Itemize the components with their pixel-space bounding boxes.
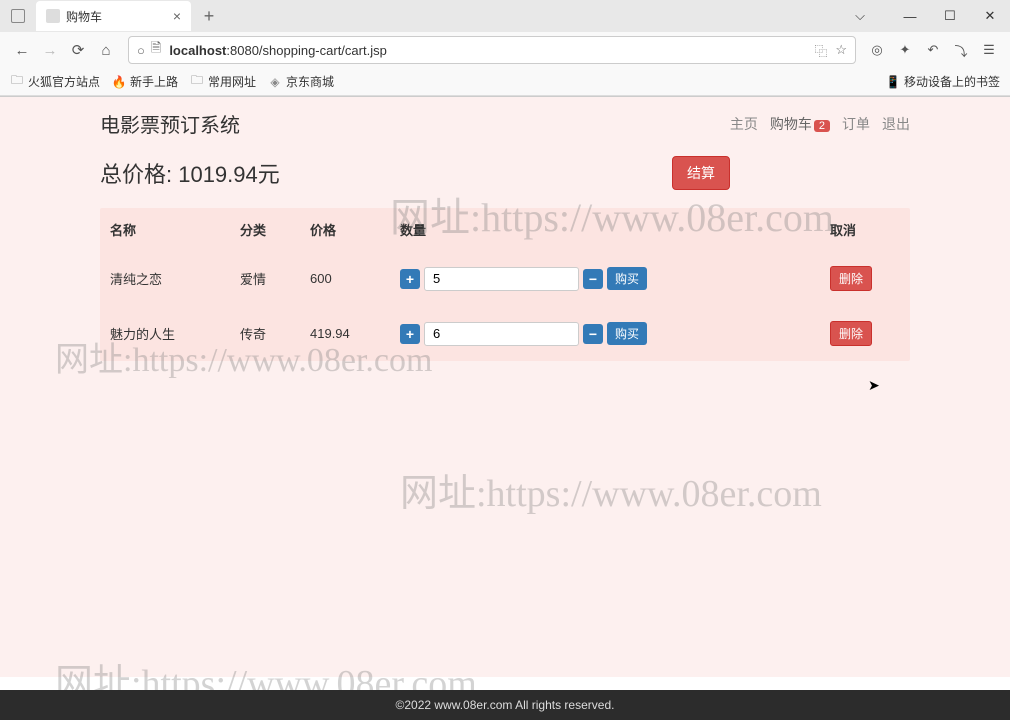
url-bar[interactable]: ○ 🗎 localhost:8080/shopping-cart/cart.js…: [128, 36, 856, 64]
jd-icon: ◈: [268, 75, 282, 89]
browser-chrome: 购物车 × + ⌵ — ☐ ✕ ← → ⟳ ⌂ ○ 🗎 localhost:80…: [0, 0, 1010, 97]
qty-minus-button[interactable]: −: [583, 269, 603, 289]
account-icon[interactable]: ◎: [864, 42, 890, 58]
total-price-label: 总价格: 1019.94元: [100, 157, 280, 189]
qty-plus-button[interactable]: +: [400, 269, 420, 289]
nav-refresh-button[interactable]: ⟳: [64, 36, 92, 64]
item-name: 魅力的人生: [110, 324, 240, 343]
app-menu-icon[interactable]: ☰: [976, 42, 1002, 58]
qty-plus-button[interactable]: +: [400, 324, 420, 344]
url-right-icons: ⿻ ☆: [814, 41, 847, 60]
nav-links: 主页 购物车2 订单 退出: [730, 114, 910, 134]
mobile-bookmarks[interactable]: 📱移动设备上的书签: [886, 73, 1000, 90]
nav-home-link[interactable]: 主页: [730, 114, 758, 134]
total-row: 总价格: 1019.94元 结算: [100, 156, 910, 190]
tab-favicon: [46, 9, 60, 23]
page-footer: ©2022 www.08er.com All rights reserved.: [0, 690, 1010, 720]
nav-forward-button[interactable]: →: [36, 36, 64, 64]
bookmark-jd[interactable]: ◈京东商城: [268, 73, 334, 90]
qty-controls: + − 购买: [400, 267, 830, 291]
app-title: 电影票预订系统: [100, 109, 240, 138]
nav-cart-link[interactable]: 购物车2: [770, 114, 830, 134]
cart-table: 名称 分类 价格 数量 取消 清纯之恋 爱情 600 + − 购买: [100, 208, 910, 361]
item-cancel-cell: 删除: [830, 266, 900, 291]
tabs-dropdown-icon[interactable]: ⌵: [840, 1, 880, 31]
cart-container: 总价格: 1019.94元 结算 名称 分类 价格 数量 取消 清纯之恋 爱情 …: [0, 146, 1010, 361]
cart-badge: 2: [814, 120, 830, 132]
page-info-icon[interactable]: 🗎: [151, 39, 161, 61]
bookmark-common[interactable]: 🗀常用网址: [190, 73, 256, 90]
qr-icon[interactable]: ⿻: [814, 41, 827, 60]
shield-icon[interactable]: ○: [137, 43, 145, 58]
folder-icon: 🗀: [190, 75, 204, 89]
table-row: 清纯之恋 爱情 600 + − 购买 删除: [100, 251, 910, 306]
url-security-icons: ○ 🗎: [137, 39, 161, 61]
col-qty-header: 数量: [400, 220, 830, 239]
bookmark-firefox[interactable]: 🗀火狐官方站点: [10, 73, 100, 90]
qty-minus-button[interactable]: −: [583, 324, 603, 344]
url-host: localhost: [169, 43, 226, 58]
toolbar-right: ◎ ✦ ↶ ⤵ ☰: [864, 41, 1002, 60]
window-controls: ⌵ — ☐ ✕: [840, 1, 1010, 31]
item-qty-cell: + − 购买: [400, 322, 830, 346]
folder-icon: 🗀: [10, 75, 24, 89]
nav-order-link[interactable]: 订单: [842, 114, 870, 134]
window-maximize[interactable]: ☐: [930, 1, 970, 31]
window-close[interactable]: ✕: [970, 1, 1010, 31]
nav-bar: ← → ⟳ ⌂ ○ 🗎 localhost:8080/shopping-cart…: [0, 32, 1010, 68]
col-cancel-header: 取消: [830, 220, 900, 239]
mobile-icon: 📱: [886, 75, 900, 89]
nav-logout-link[interactable]: 退出: [882, 114, 910, 134]
fire-icon: 🔥: [112, 75, 126, 89]
item-category: 爱情: [240, 269, 310, 288]
undo-icon[interactable]: ↶: [920, 42, 946, 58]
nav-back-button[interactable]: ←: [8, 36, 36, 64]
delete-button[interactable]: 删除: [830, 321, 872, 346]
delete-button[interactable]: 删除: [830, 266, 872, 291]
url-path: :8080/shopping-cart/cart.jsp: [226, 43, 386, 58]
url-text: localhost:8080/shopping-cart/cart.jsp: [169, 43, 814, 58]
col-category-header: 分类: [240, 220, 310, 239]
bookmark-star-icon[interactable]: ☆: [835, 42, 847, 58]
tab-title: 购物车: [66, 8, 173, 25]
page-header: 电影票预订系统 主页 购物车2 订单 退出: [0, 97, 1010, 146]
tab-list-menu[interactable]: [0, 9, 36, 23]
extensions-icon[interactable]: ✦: [892, 42, 918, 58]
item-price: 419.94: [310, 326, 400, 341]
col-price-header: 价格: [310, 220, 400, 239]
item-price: 600: [310, 271, 400, 286]
table-header: 名称 分类 价格 数量 取消: [100, 208, 910, 251]
bookmarks-bar: 🗀火狐官方站点 🔥新手上路 🗀常用网址 ◈京东商城 📱移动设备上的书签: [0, 68, 1010, 96]
tab-bar: 购物车 × + ⌵ — ☐ ✕: [0, 0, 1010, 32]
item-category: 传奇: [240, 324, 310, 343]
bookmark-newbie[interactable]: 🔥新手上路: [112, 73, 178, 90]
qty-controls: + − 购买: [400, 322, 830, 346]
window-minimize[interactable]: —: [890, 1, 930, 31]
page-body: 电影票预订系统 主页 购物车2 订单 退出 总价格: 1019.94元 结算 名…: [0, 97, 1010, 677]
mouse-cursor-icon: ➤: [868, 377, 880, 394]
item-cancel-cell: 删除: [830, 321, 900, 346]
new-tab-button[interactable]: +: [195, 2, 223, 30]
item-qty-cell: + − 购买: [400, 267, 830, 291]
item-name: 清纯之恋: [110, 269, 240, 288]
checkout-button[interactable]: 结算: [672, 156, 730, 190]
buy-button[interactable]: 购买: [607, 267, 647, 290]
qty-input[interactable]: [424, 267, 579, 291]
qty-input[interactable]: [424, 322, 579, 346]
tab-close-icon[interactable]: ×: [173, 8, 181, 24]
table-row: 魅力的人生 传奇 419.94 + − 购买 删除: [100, 306, 910, 361]
browser-tab[interactable]: 购物车 ×: [36, 1, 191, 31]
nav-home-button[interactable]: ⌂: [92, 36, 120, 64]
buy-button[interactable]: 购买: [607, 322, 647, 345]
col-name-header: 名称: [110, 220, 240, 239]
watermark: 网址:https://www.08er.com: [400, 462, 822, 517]
tab-menu-icon: [11, 9, 25, 23]
pocket-icon[interactable]: ⤵: [948, 41, 974, 60]
